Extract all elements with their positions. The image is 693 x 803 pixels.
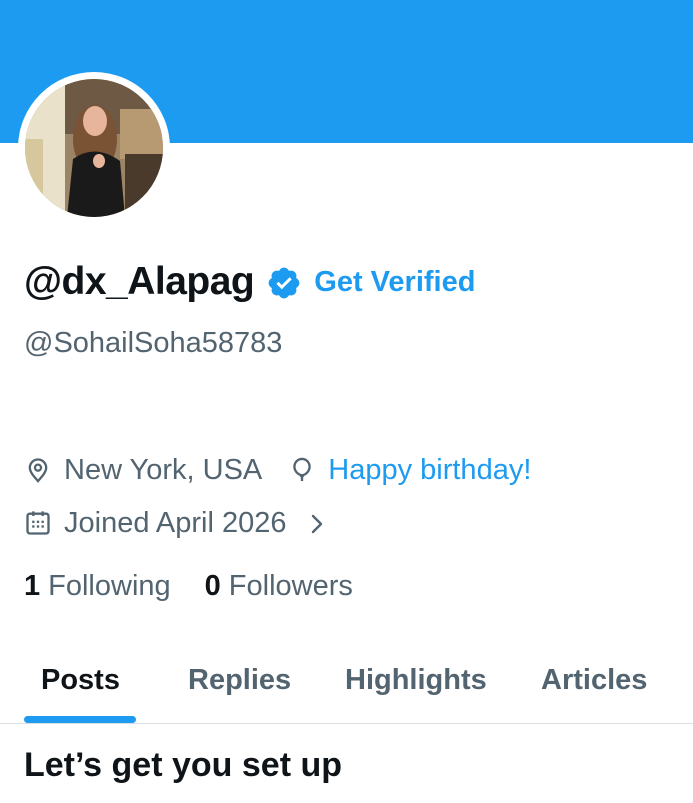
tabs-divider — [0, 723, 693, 724]
following-count: 1 — [24, 569, 41, 602]
location-pin-icon — [24, 456, 52, 484]
profile-handle: @SohailSoha58783 — [24, 327, 283, 359]
profile-joined-row: Joined April 2026 — [24, 503, 327, 543]
profile-meta-row: New York, USA Happy birthday! — [24, 450, 531, 490]
followers-label: Followers — [228, 569, 353, 602]
followers-stat[interactable]: 0 Followers — [205, 570, 353, 603]
active-tab-indicator — [24, 716, 136, 723]
tab-articles[interactable]: Articles — [541, 652, 647, 708]
display-name: @dx_Alapag — [24, 260, 255, 303]
tab-highlights[interactable]: Highlights — [345, 652, 487, 708]
followers-count: 0 — [204, 569, 221, 602]
avatar-photo — [25, 79, 163, 217]
profile-name-row: @dx_Alapag Get Verified — [24, 254, 475, 310]
follow-stats: 1 Following 0 Followers — [24, 566, 353, 606]
calendar-icon — [24, 509, 52, 537]
following-stat[interactable]: 1 Following — [24, 570, 171, 603]
birthday-link[interactable]: Happy birthday! — [328, 454, 531, 487]
verified-badge-icon[interactable] — [266, 265, 302, 301]
tab-posts[interactable]: Posts — [41, 652, 120, 708]
balloon-icon — [288, 456, 316, 484]
profile-avatar[interactable] — [18, 72, 170, 224]
joined-text: Joined April 2026 — [64, 506, 287, 539]
following-label: Following — [48, 569, 171, 602]
get-verified-link[interactable]: Get Verified — [314, 266, 475, 299]
tab-replies[interactable]: Replies — [188, 652, 291, 708]
location-text: New York, USA — [64, 453, 263, 486]
setup-heading: Let’s get you set up — [24, 746, 343, 784]
chevron-right-icon[interactable] — [307, 511, 327, 535]
